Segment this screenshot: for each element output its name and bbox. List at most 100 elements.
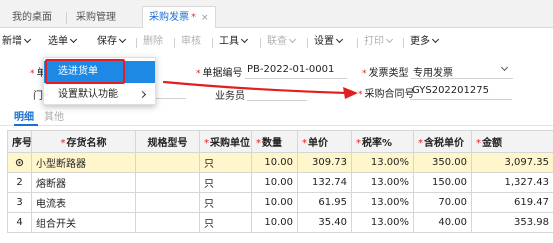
cell-unit[interactable]: 只	[199, 212, 252, 233]
linked-query-button[interactable]: 联查	[267, 35, 297, 49]
cell-row-number: 2	[7, 172, 32, 193]
settings-label: 设置	[314, 36, 334, 47]
toolbar-divider	[260, 38, 261, 48]
cell-item-name[interactable]: 组合开关	[31, 212, 136, 233]
menu-item-set-default-label: 设置默认功能	[58, 89, 118, 100]
invoice-type-select[interactable]: 专用发票	[413, 64, 453, 79]
table-row[interactable]: 2 熔断器 只 10.00 132.74 13.00% 150.00 1,327…	[7, 172, 553, 193]
field-label-partial: 门	[33, 91, 43, 102]
cell-qty[interactable]: 10.00	[251, 212, 298, 233]
cell-spec[interactable]	[135, 172, 200, 193]
print-label: 打印	[364, 36, 384, 47]
cell-tax-price[interactable]: 70.00	[413, 192, 472, 213]
column-header[interactable]: 序号	[7, 130, 32, 153]
settings-button[interactable]: 设置	[314, 35, 344, 49]
field-underline	[410, 99, 512, 100]
table-row[interactable]: ⊙ 小型断路器 只 10.00 309.73 13.00% 350.00 3,0…	[7, 152, 553, 173]
column-header[interactable]: *存货名称	[31, 130, 136, 153]
column-header[interactable]: *税率%	[351, 130, 414, 153]
toolbar-divider	[212, 38, 213, 48]
cell-item-name[interactable]: 熔断器	[31, 172, 136, 193]
cell-price[interactable]: 309.73	[297, 152, 352, 173]
tab-my-desktop[interactable]: 我的桌面	[6, 8, 58, 28]
cell-item-name[interactable]: 电流表	[31, 192, 136, 213]
cell-qty[interactable]: 10.00	[251, 192, 298, 213]
detail-subtabs: 明细 其他	[0, 104, 553, 126]
print-button[interactable]: 打印	[364, 35, 394, 49]
chevron-down-icon	[69, 35, 78, 44]
audit-button[interactable]: 审核	[181, 35, 201, 49]
cell-spec[interactable]	[135, 152, 200, 173]
purchase-contract-field[interactable]: GYS202201275	[412, 85, 489, 96]
chevron-right-icon	[138, 90, 147, 99]
column-header[interactable]: *金额	[471, 130, 553, 153]
cell-amount[interactable]: 3,097.35	[471, 152, 553, 173]
field-underline	[247, 100, 307, 101]
column-header[interactable]: *单价	[297, 130, 352, 153]
toolbar-divider	[357, 38, 358, 48]
subtab-detail[interactable]: 明细	[14, 108, 34, 123]
cell-amount[interactable]: 619.47	[471, 192, 553, 213]
annotation-highlight-box	[45, 59, 125, 84]
toolbar-divider	[136, 38, 137, 48]
cell-price[interactable]: 61.95	[297, 192, 352, 213]
chevron-down-icon	[23, 35, 32, 44]
table-header-row: 序号 *存货名称 规格型号 *采购单位 *数量 *单价 *税率% *含税单价 *…	[7, 130, 553, 153]
cell-tax-rate[interactable]: 13.00%	[351, 212, 414, 233]
field-underline	[245, 78, 347, 79]
table-row[interactable]: 3 电流表 只 10.00 61.95 13.00% 70.00 619.47	[7, 192, 553, 213]
column-header[interactable]: *数量	[251, 130, 298, 153]
chevron-down-icon	[288, 35, 297, 44]
more-label: 更多	[410, 36, 430, 47]
cell-unit[interactable]: 只	[199, 152, 252, 173]
cell-tax-price[interactable]: 40.00	[413, 212, 472, 233]
delete-button[interactable]: 删除	[143, 35, 163, 49]
more-button[interactable]: 更多	[410, 35, 440, 49]
toolbar: 新增 选单 保存 删除 审核 工具 联查 设置 打印 更多	[0, 30, 553, 54]
cell-tax-rate[interactable]: 13.00%	[351, 152, 414, 173]
cell-qty[interactable]: 10.00	[251, 172, 298, 193]
column-header[interactable]: *含税单价	[413, 130, 472, 153]
cell-amount[interactable]: 1,327.43	[471, 172, 553, 193]
cell-amount[interactable]: 353.98	[471, 212, 553, 233]
chevron-down-icon[interactable]	[500, 63, 509, 72]
select-order-label: 选单	[48, 36, 68, 47]
invoice-type-label: * 发票类型	[362, 68, 409, 79]
subtab-other[interactable]: 其他	[44, 108, 64, 123]
add-button[interactable]: 新增	[2, 35, 32, 49]
menu-item-set-default[interactable]: 设置默认功能	[44, 84, 155, 106]
tools-button[interactable]: 工具	[219, 35, 249, 49]
cell-unit[interactable]: 只	[199, 192, 252, 213]
tab-purchase-invoice-label: 采购发票	[149, 12, 189, 23]
select-order-button[interactable]: 选单	[48, 35, 78, 49]
cell-unit[interactable]: 只	[199, 172, 252, 193]
tab-bar: 我的桌面 采购管理 采购发票 * ×	[0, 0, 553, 28]
cell-tax-price[interactable]: 150.00	[413, 172, 472, 193]
table-row[interactable]: 4 组合开关 只 10.00 35.40 13.00% 40.00 353.98	[7, 212, 553, 233]
cell-row-number: 4	[7, 212, 32, 233]
cell-tax-price[interactable]: 350.00	[413, 152, 472, 173]
add-label: 新增	[2, 36, 22, 47]
cell-spec[interactable]	[135, 212, 200, 233]
active-tab-indicator	[14, 124, 38, 126]
doc-number-field[interactable]: PB-2022-01-0001	[247, 64, 334, 75]
save-button[interactable]: 保存	[97, 35, 127, 49]
cell-tax-rate[interactable]: 13.00%	[351, 192, 414, 213]
close-icon[interactable]: ×	[201, 13, 209, 23]
tab-purchase-invoice[interactable]: 采购发票 * ×	[142, 6, 216, 28]
chevron-down-icon	[431, 35, 440, 44]
tab-purchase-management[interactable]: 采购管理	[70, 8, 122, 28]
cell-price[interactable]: 132.74	[297, 172, 352, 193]
column-header[interactable]: 规格型号	[135, 130, 200, 153]
field-underline	[411, 78, 513, 79]
row-marker-icon[interactable]: ⊙	[7, 152, 32, 173]
toolbar-divider	[403, 38, 404, 48]
cell-tax-rate[interactable]: 13.00%	[351, 172, 414, 193]
cell-price[interactable]: 35.40	[297, 212, 352, 233]
cell-qty[interactable]: 10.00	[251, 152, 298, 173]
linked-query-label: 联查	[267, 36, 287, 47]
cell-item-name[interactable]: 小型断路器	[31, 152, 136, 173]
column-header[interactable]: *采购单位	[199, 130, 252, 153]
cell-spec[interactable]	[135, 192, 200, 213]
chevron-down-icon	[240, 35, 249, 44]
